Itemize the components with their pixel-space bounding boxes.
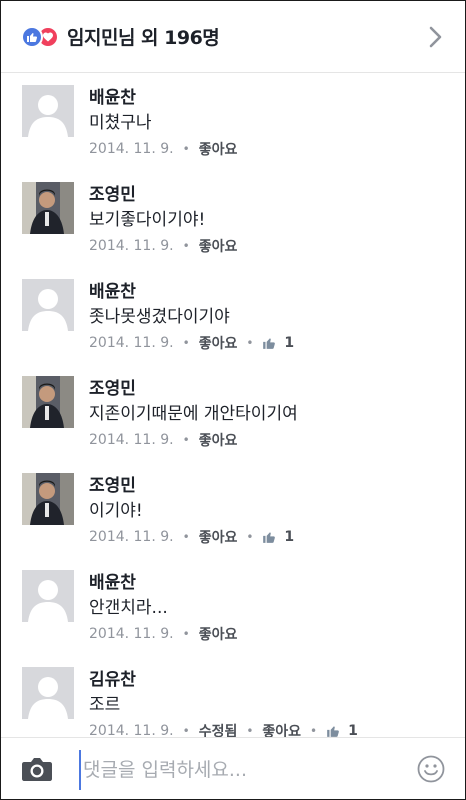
comment-date: 2014. 11. 9. (89, 529, 174, 545)
comment-item: 김유찬 조르 2014. 11. 9. • 수정됨 • 좋아요 • 1 (1, 655, 465, 737)
default-avatar[interactable] (22, 667, 74, 719)
like-count-value: 1 (284, 335, 295, 351)
photo-avatar[interactable] (22, 182, 74, 234)
meta-separator: • (246, 724, 254, 737)
comment-input[interactable] (79, 750, 399, 790)
like-count-value: 1 (348, 723, 358, 737)
comment-date: 2014. 11. 9. (89, 723, 174, 737)
comment-author[interactable]: 조영민 (89, 180, 136, 205)
comment-text: 미쳤구나 (89, 113, 152, 133)
default-avatar[interactable] (22, 570, 74, 622)
meta-separator: • (246, 530, 254, 544)
meta-separator: • (182, 142, 190, 156)
reactions-summary: 임지민님 외 196명 (67, 27, 220, 49)
comment-item: 조영민 지존이기때문에 개안타이기여 2014. 11. 9. • 좋아요 (1, 364, 465, 461)
comment-item: 조영민 이기야! 2014. 11. 9. • 좋아요 • 1 (1, 461, 465, 558)
like-count[interactable]: 1 (262, 335, 294, 351)
photo-avatar[interactable] (22, 473, 74, 525)
thumbs-up-icon (263, 532, 276, 543)
meta-separator: • (182, 433, 190, 447)
comment-author[interactable]: 조영민 (89, 471, 136, 496)
comment-text: 좃나못생겼다이기야 (89, 307, 230, 327)
meta-separator: • (246, 336, 254, 350)
comment-text: 보기좋다이기야! (89, 210, 206, 230)
like-link[interactable]: 좋아요 (199, 139, 238, 159)
thumbs-up-icon (327, 726, 339, 737)
reactions-header[interactable]: 임지민님 외 196명 (1, 1, 465, 73)
comment-author[interactable]: 조영민 (89, 374, 136, 399)
comment-meta: 2014. 11. 9. • 좋아요 (89, 236, 237, 256)
edited-link[interactable]: 수정됨 (199, 721, 238, 737)
like-link[interactable]: 좋아요 (199, 236, 238, 256)
comment-meta: 2014. 11. 9. • 좋아요 (89, 139, 237, 159)
comment-date: 2014. 11. 9. (89, 335, 174, 351)
like-link[interactable]: 좋아요 (262, 721, 301, 737)
reaction-icons (21, 25, 59, 48)
comment-text: 안갠치라... (89, 598, 168, 618)
comment-author[interactable]: 배윤찬 (89, 83, 136, 108)
like-link[interactable]: 좋아요 (199, 624, 238, 644)
comment-author[interactable]: 배윤찬 (89, 277, 136, 302)
comment-author[interactable]: 김유찬 (89, 665, 136, 690)
comment-item: 배윤찬 안갠치라... 2014. 11. 9. • 좋아요 (1, 558, 465, 655)
comment-meta: 2014. 11. 9. • 좋아요 • 1 (89, 333, 294, 353)
default-avatar[interactable] (22, 279, 74, 331)
comment-item: 배윤찬 좃나못생겼다이기야 2014. 11. 9. • 좋아요 • 1 (1, 267, 465, 364)
like-count[interactable]: 1 (262, 529, 294, 545)
comment-meta: 2014. 11. 9. • 수정됨 • 좋아요 • 1 (89, 721, 358, 737)
meta-separator: • (182, 336, 190, 350)
thumbs-up-icon (263, 338, 276, 349)
like-count-value: 1 (284, 529, 295, 545)
comment-item: 배윤찬 미쳤구나 2014. 11. 9. • 좋아요 (1, 73, 465, 170)
like-link[interactable]: 좋아요 (199, 527, 238, 547)
comment-item: 조영민 보기좋다이기야! 2014. 11. 9. • 좋아요 (1, 170, 465, 267)
default-avatar[interactable] (22, 85, 74, 137)
comment-date: 2014. 11. 9. (89, 238, 174, 254)
comment-text: 조르 (89, 695, 121, 715)
comment-meta: 2014. 11. 9. • 좋아요 (89, 624, 237, 644)
camera-icon[interactable] (21, 754, 53, 784)
comment-meta: 2014. 11. 9. • 좋아요 (89, 430, 237, 450)
like-link[interactable]: 좋아요 (199, 430, 238, 450)
like-count[interactable]: 1 (326, 723, 358, 737)
meta-separator: • (182, 627, 190, 641)
comment-meta: 2014. 11. 9. • 좋아요 • 1 (89, 527, 294, 547)
comment-list[interactable]: 배윤찬 미쳤구나 2014. 11. 9. • 좋아요 조영민 보기좋다이기야!… (1, 73, 465, 737)
comment-text: 이기야! (89, 501, 143, 521)
like-reaction-icon (21, 25, 43, 48)
comment-date: 2014. 11. 9. (89, 141, 174, 157)
comment-date: 2014. 11. 9. (89, 626, 174, 642)
meta-separator: • (182, 239, 190, 253)
chevron-right-icon[interactable] (423, 25, 447, 49)
comments-screen: 임지민님 외 196명 배윤찬 미쳤구나 2014. 11. 9. • 좋아요 (0, 0, 466, 800)
like-link[interactable]: 좋아요 (199, 333, 238, 353)
photo-avatar[interactable] (22, 376, 74, 428)
comment-text: 지존이기때문에 개안타이기여 (89, 404, 298, 424)
comment-composer (1, 737, 465, 799)
meta-separator: • (310, 724, 318, 737)
smiley-icon[interactable] (417, 755, 445, 783)
meta-separator: • (182, 724, 190, 737)
meta-separator: • (182, 530, 190, 544)
comment-date: 2014. 11. 9. (89, 432, 174, 448)
comment-author[interactable]: 배윤찬 (89, 568, 136, 593)
